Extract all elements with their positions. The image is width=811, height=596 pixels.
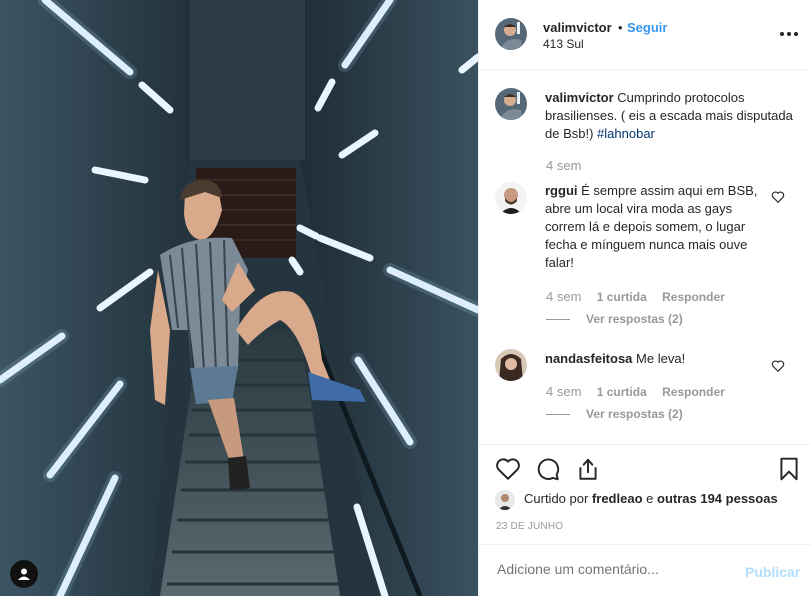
comment-reply-button[interactable]: Responder <box>662 290 725 304</box>
comment-likes[interactable]: 1 curtida <box>597 385 647 399</box>
post-photo[interactable] <box>0 0 478 596</box>
author-avatar[interactable] <box>495 18 527 50</box>
likes-summary: Curtido por fredleao e outras 194 pessoa… <box>524 491 778 506</box>
separator-dot: • <box>618 20 623 35</box>
post-date[interactable]: 23 DE JUNHO <box>496 521 563 532</box>
follow-button[interactable]: Seguir <box>627 20 667 35</box>
liker-avatar[interactable] <box>495 490 515 510</box>
heart-icon[interactable] <box>495 456 521 482</box>
post-side-panel: valimvictor • Seguir 413 Sul valimvictor… <box>478 0 811 596</box>
view-replies[interactable]: Ver respostas (2) <box>546 407 683 421</box>
replies-line <box>546 414 570 416</box>
caption-avatar[interactable] <box>495 88 527 120</box>
replies-line <box>546 319 570 321</box>
caption-username[interactable]: valimvictor <box>545 90 614 105</box>
comment-username[interactable]: rggui <box>545 183 578 198</box>
author-avatar-image <box>495 18 527 50</box>
publish-button[interactable]: Publicar <box>745 564 800 580</box>
post-actions <box>479 444 811 481</box>
caption-text: valimvictor Cumprindo protocolos brasili… <box>545 89 795 143</box>
comment-body: Me leva! <box>636 351 686 366</box>
caption-hashtag[interactable]: #lahnobar <box>597 126 655 141</box>
add-comment-input[interactable] <box>495 560 739 578</box>
user-tag-button[interactable] <box>10 560 38 588</box>
caption-time[interactable]: 4 sem <box>546 158 581 173</box>
comment-time[interactable]: 4 sem <box>546 289 581 304</box>
share-icon[interactable] <box>575 456 601 482</box>
comment-icon[interactable] <box>535 456 561 482</box>
comment-meta: 4 sem 1 curtida Responder <box>546 289 725 304</box>
comments-list: valimvictor Cumprindo protocolos brasili… <box>479 70 811 444</box>
comment-time[interactable]: 4 sem <box>546 384 581 399</box>
post-location[interactable]: 413 Sul <box>543 37 584 51</box>
author-username[interactable]: valimvictor <box>543 20 612 35</box>
view-replies[interactable]: Ver respostas (2) <box>546 312 683 326</box>
likes-middle: e <box>646 491 654 506</box>
comment-reply-button[interactable]: Responder <box>662 385 725 399</box>
comment-like-heart-icon[interactable] <box>771 359 785 373</box>
caption-meta: 4 sem <box>546 158 581 173</box>
comment-text: rggui É sempre assim aqui em BSB, abre u… <box>545 182 765 272</box>
likes-prefix: Curtido por <box>524 491 589 506</box>
comment-avatar-image <box>495 349 527 381</box>
comment-meta: 4 sem 1 curtida Responder <box>546 384 725 399</box>
more-horizontal-icon[interactable] <box>777 24 801 44</box>
caption-avatar-image <box>495 88 527 120</box>
add-comment-bar: Publicar <box>479 544 811 596</box>
view-replies-label[interactable]: Ver respostas (2) <box>586 407 683 421</box>
likes-others[interactable]: outras 194 pessoas <box>657 491 778 506</box>
bookmark-icon[interactable] <box>776 456 802 482</box>
post-header: valimvictor • Seguir 413 Sul <box>479 0 811 70</box>
user-tag-icon <box>18 568 30 580</box>
comment-avatar-image <box>495 182 527 214</box>
comment-username[interactable]: nandasfeitosa <box>545 351 632 366</box>
comment-avatar[interactable] <box>495 182 527 214</box>
comment-avatar[interactable] <box>495 349 527 381</box>
view-replies-label[interactable]: Ver respostas (2) <box>586 312 683 326</box>
comment-likes[interactable]: 1 curtida <box>597 290 647 304</box>
liker-avatar-image <box>495 490 515 510</box>
likes-user[interactable]: fredleao <box>592 491 643 506</box>
comment-text: nandasfeitosa Me leva! <box>545 350 765 368</box>
stairwell-photo <box>0 0 478 596</box>
comment-like-heart-icon[interactable] <box>771 190 785 204</box>
